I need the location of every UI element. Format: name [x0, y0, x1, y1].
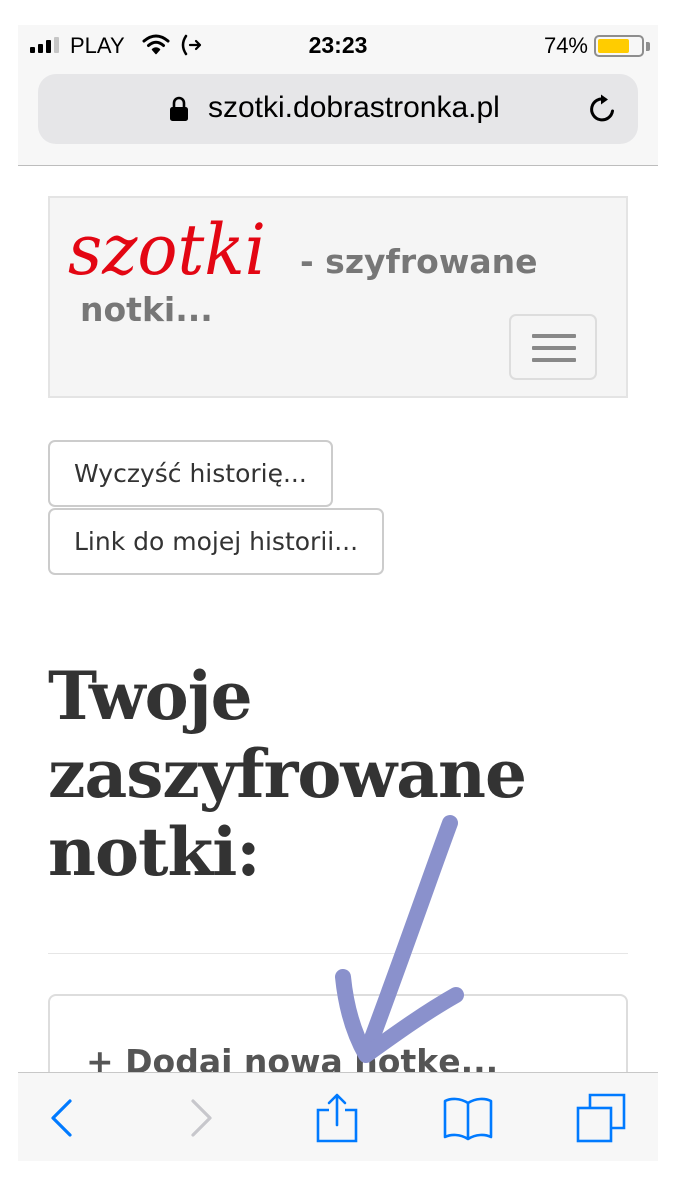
browser-address-area: szotki.dobrastronka.pl [18, 65, 658, 166]
share-icon[interactable] [312, 1093, 362, 1143]
hamburger-menu-icon [532, 334, 576, 338]
battery-level-fill [598, 39, 630, 53]
history-link-button[interactable]: Link do mojej historii... [48, 508, 385, 575]
address-bar[interactable]: szotki.dobrastronka.pl [38, 74, 638, 144]
back-icon[interactable] [36, 1093, 86, 1143]
tabs-icon[interactable] [576, 1093, 626, 1143]
add-note-card[interactable]: + Dodaj nową notkę... [48, 994, 628, 1072]
battery-percentage: 74% [543, 33, 588, 58]
page-title: Twoje zaszyfrowane notki: [48, 657, 527, 891]
navbar-toggle-button[interactable] [509, 314, 597, 380]
brand-logo[interactable]: szotki [66, 204, 276, 289]
hamburger-menu-icon [532, 358, 576, 362]
status-bar: PLAY 23:23 74% [18, 25, 658, 65]
site-navbar: - szyfrowane notki... szotki [48, 196, 628, 398]
battery-icon [594, 35, 644, 57]
hamburger-menu-icon [532, 346, 576, 350]
bookmarks-icon[interactable] [443, 1093, 493, 1143]
battery-cap [646, 42, 650, 51]
divider [48, 953, 628, 954]
reload-icon[interactable] [586, 92, 620, 126]
page-content: - szyfrowane notki... szotki Wyczyść his… [18, 167, 658, 1072]
phone-screen: PLAY 23:23 74% szotki.dobrastronka.pl - … [18, 25, 658, 1161]
forward-icon [191, 1099, 212, 1137]
clear-history-button[interactable]: Wyczyść historię... [48, 440, 333, 507]
lock-icon [170, 96, 188, 121]
url-text[interactable]: szotki.dobrastronka.pl [208, 91, 500, 125]
brand-logo-text: szotki [68, 209, 266, 289]
add-note-link[interactable]: + Dodaj nową notkę... [86, 1042, 498, 1072]
browser-toolbar [18, 1072, 658, 1161]
